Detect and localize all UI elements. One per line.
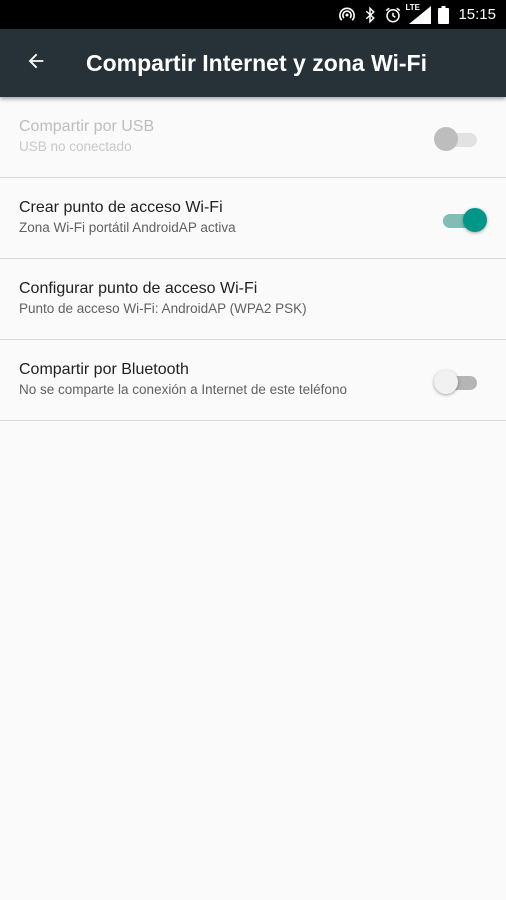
clock: 15:15 (458, 6, 496, 23)
back-arrow-icon (25, 50, 47, 77)
switch-thumb (434, 370, 458, 394)
switch-thumb (463, 208, 487, 232)
setting-configure-hotspot[interactable]: Configurar punto de acceso Wi-Fi Punto d… (0, 259, 506, 340)
setting-bluetooth-tethering[interactable]: Compartir por Bluetooth No se comparte l… (0, 340, 506, 421)
switch-thumb (434, 127, 458, 151)
setting-title: Crear punto de acceso Wi-Fi (19, 199, 223, 216)
usb-tethering-switch[interactable] (434, 127, 480, 151)
status-bar: LTE 15:15 (0, 0, 506, 29)
signal-lte-icon: LTE (405, 3, 432, 24)
hotspot-icon (338, 6, 356, 24)
page-title: Compartir Internet y zona Wi-Fi (86, 50, 427, 76)
setting-summary: USB no conectado (19, 139, 132, 154)
network-type-label: LTE (405, 2, 420, 12)
setting-wifi-hotspot[interactable]: Crear punto de acceso Wi-Fi Zona Wi-Fi p… (0, 178, 506, 259)
battery-icon (438, 5, 450, 24)
alarm-icon (384, 6, 402, 24)
back-button[interactable] (16, 43, 56, 83)
settings-list: Compartir por USB USB no conectado Crear… (0, 97, 506, 421)
setting-summary: Zona Wi-Fi portátil AndroidAP activa (19, 220, 236, 235)
status-icons: LTE 15:15 (338, 0, 496, 29)
setting-title: Compartir por Bluetooth (19, 361, 189, 378)
setting-usb-tethering[interactable]: Compartir por USB USB no conectado (0, 97, 506, 178)
setting-title: Compartir por USB (19, 118, 155, 135)
wifi-hotspot-switch[interactable] (440, 208, 487, 232)
bluetooth-icon (363, 5, 377, 24)
setting-summary: Punto de acceso Wi-Fi: AndroidAP (WPA2 P… (19, 301, 307, 316)
app-bar: Compartir Internet y zona Wi-Fi (0, 29, 506, 97)
bluetooth-tethering-switch[interactable] (434, 370, 480, 394)
setting-summary: No se comparte la conexión a Internet de… (19, 382, 347, 397)
setting-title: Configurar punto de acceso Wi-Fi (19, 280, 258, 297)
